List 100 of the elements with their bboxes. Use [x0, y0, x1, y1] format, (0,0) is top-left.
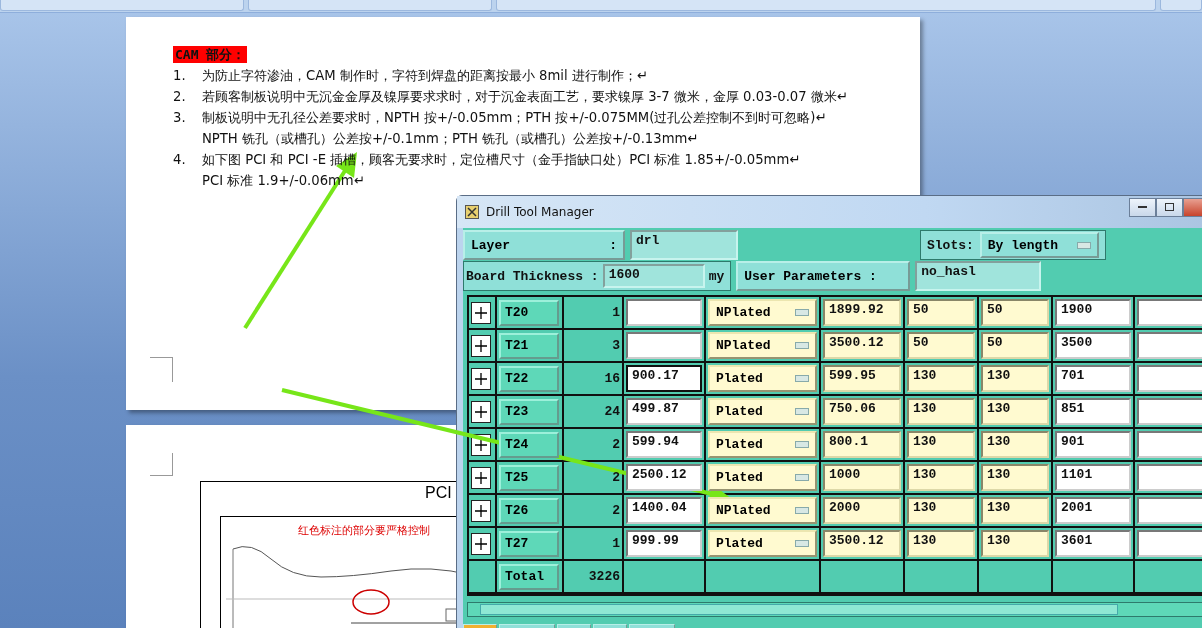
minimize-icon	[1138, 205, 1147, 209]
list-text: 若顾客制板说明中无沉金金厚及镍厚要求求时，对于沉金表面工艺，要求镍厚 3-7 微米，金厚 0.03-0.07 微米↵	[202, 88, 848, 105]
type-dropdown[interactable]: NPlated	[708, 497, 817, 524]
list-text: NPTH 铣孔（或槽孔）公差按+/-0.1mm；PTH 铣孔（或槽孔）公差按+/-0.13mm↵	[202, 130, 700, 147]
value-field[interactable]: 130	[907, 431, 975, 458]
tool-button[interactable]: T23	[499, 398, 559, 425]
size-field[interactable]: 2500.12	[626, 464, 702, 491]
dropdown-icon	[795, 474, 809, 481]
value-field[interactable]: 1900	[1055, 299, 1131, 326]
value-field[interactable]: 130	[981, 398, 1049, 425]
value-field[interactable]: 130	[907, 464, 975, 491]
tool-button[interactable]: T22	[499, 365, 559, 392]
value-field[interactable]: 2000	[823, 497, 901, 524]
size-field[interactable]: 1400.04	[626, 497, 702, 524]
value-field[interactable]: 130	[907, 497, 975, 524]
value-field[interactable]: 800.1	[823, 431, 901, 458]
value-field[interactable]: 50	[907, 299, 975, 326]
tool-button[interactable]: T27	[499, 530, 559, 557]
value-field[interactable]: 130	[981, 497, 1049, 524]
expand-button[interactable]	[471, 466, 491, 489]
expand-button[interactable]	[471, 334, 491, 357]
value-field[interactable]: 1101	[1055, 464, 1131, 491]
slots-label: Slots:	[927, 237, 974, 253]
app-icon	[465, 205, 479, 219]
expand-button[interactable]	[471, 400, 491, 423]
crop-mark-icon	[150, 453, 173, 476]
value-field[interactable]: 750.06	[823, 398, 901, 425]
value-field[interactable]: 50	[907, 332, 975, 359]
layer-field[interactable]: drl	[630, 230, 738, 260]
value-field[interactable]: 851	[1055, 398, 1131, 425]
tool-button[interactable]: T24	[499, 431, 559, 458]
type-dropdown[interactable]: Plated	[708, 365, 817, 392]
scrollbar-thumb[interactable]	[480, 604, 1118, 615]
value-field[interactable]	[1137, 497, 1202, 524]
window-title: Drill Tool Manager	[486, 205, 594, 219]
value-field[interactable]: 130	[981, 464, 1049, 491]
value-field[interactable]: 901	[1055, 431, 1131, 458]
layer-label-button[interactable]: Layer :	[463, 230, 625, 260]
tool-button[interactable]: T26	[499, 497, 559, 524]
expand-button[interactable]	[471, 532, 491, 555]
type-dropdown[interactable]: Plated	[708, 464, 817, 491]
value-field[interactable]: 130	[907, 530, 975, 557]
list-number: 3.	[173, 109, 187, 127]
tool-button[interactable]: T20	[499, 299, 559, 326]
value-field[interactable]: 130	[907, 365, 975, 392]
size-field[interactable]	[626, 332, 702, 359]
value-field[interactable]: 130	[981, 431, 1049, 458]
value-field[interactable]	[1137, 332, 1202, 359]
type-dropdown[interactable]: Plated	[708, 398, 817, 425]
value-field[interactable]: 130	[907, 398, 975, 425]
type-dropdown[interactable]: Plated	[708, 530, 817, 557]
value-field[interactable]	[1137, 530, 1202, 557]
slots-dropdown[interactable]: By length	[979, 232, 1099, 258]
size-field[interactable]: 599.94	[626, 431, 702, 458]
value-field[interactable]: 2001	[1055, 497, 1131, 524]
value-field[interactable]: 701	[1055, 365, 1131, 392]
value-field[interactable]: 3601	[1055, 530, 1131, 557]
size-field[interactable]: 900.17	[626, 365, 702, 392]
dropdown-icon	[795, 309, 809, 316]
total-label-button[interactable]: Total	[499, 563, 559, 590]
tool-button[interactable]: T21	[499, 332, 559, 359]
size-field[interactable]: 999.99	[626, 530, 702, 557]
value-field[interactable]	[1137, 299, 1202, 326]
size-field[interactable]: 499.87	[626, 398, 702, 425]
value-field[interactable]	[1137, 398, 1202, 425]
value-field[interactable]: 130	[981, 365, 1049, 392]
value-field[interactable]	[1137, 464, 1202, 491]
maximize-icon	[1165, 203, 1174, 211]
type-dropdown[interactable]: NPlated	[708, 299, 817, 326]
type-dropdown[interactable]: Plated	[708, 431, 817, 458]
value-field[interactable]: 3500	[1055, 332, 1131, 359]
plus-icon	[474, 503, 488, 518]
value-field[interactable]: 3500.12	[823, 332, 901, 359]
thickness-label: Board Thickness :	[466, 268, 599, 284]
thickness-field[interactable]: 1600	[602, 264, 705, 288]
expand-button[interactable]	[471, 499, 491, 522]
tool-button[interactable]: T25	[499, 464, 559, 491]
user-parameters-field[interactable]: no_hasl	[915, 261, 1042, 291]
value-field[interactable]: 50	[981, 299, 1049, 326]
plus-icon	[474, 536, 488, 551]
dropdown-icon	[795, 540, 809, 547]
dropdown-icon	[1077, 241, 1091, 249]
minimize-button[interactable]	[1129, 197, 1156, 217]
maximize-button[interactable]	[1156, 197, 1183, 217]
expand-button[interactable]	[471, 301, 491, 324]
value-field[interactable]: 50	[981, 332, 1049, 359]
user-parameters-button[interactable]: User Parameters :	[736, 261, 911, 291]
value-field[interactable]: 1000	[823, 464, 901, 491]
list-number: 2.	[173, 88, 187, 105]
horizontal-scrollbar[interactable]	[467, 602, 1202, 617]
expand-button[interactable]	[471, 367, 491, 390]
value-field[interactable]: 130	[981, 530, 1049, 557]
type-dropdown[interactable]: NPlated	[708, 332, 817, 359]
value-field[interactable]: 599.95	[823, 365, 901, 392]
figure-note: 红色标注的部分要严格控制	[298, 523, 430, 538]
value-field[interactable]	[1137, 365, 1202, 392]
value-field[interactable]	[1137, 431, 1202, 458]
value-field[interactable]: 3500.12	[823, 530, 901, 557]
size-field[interactable]	[626, 299, 702, 326]
value-field[interactable]: 1899.92	[823, 299, 901, 326]
